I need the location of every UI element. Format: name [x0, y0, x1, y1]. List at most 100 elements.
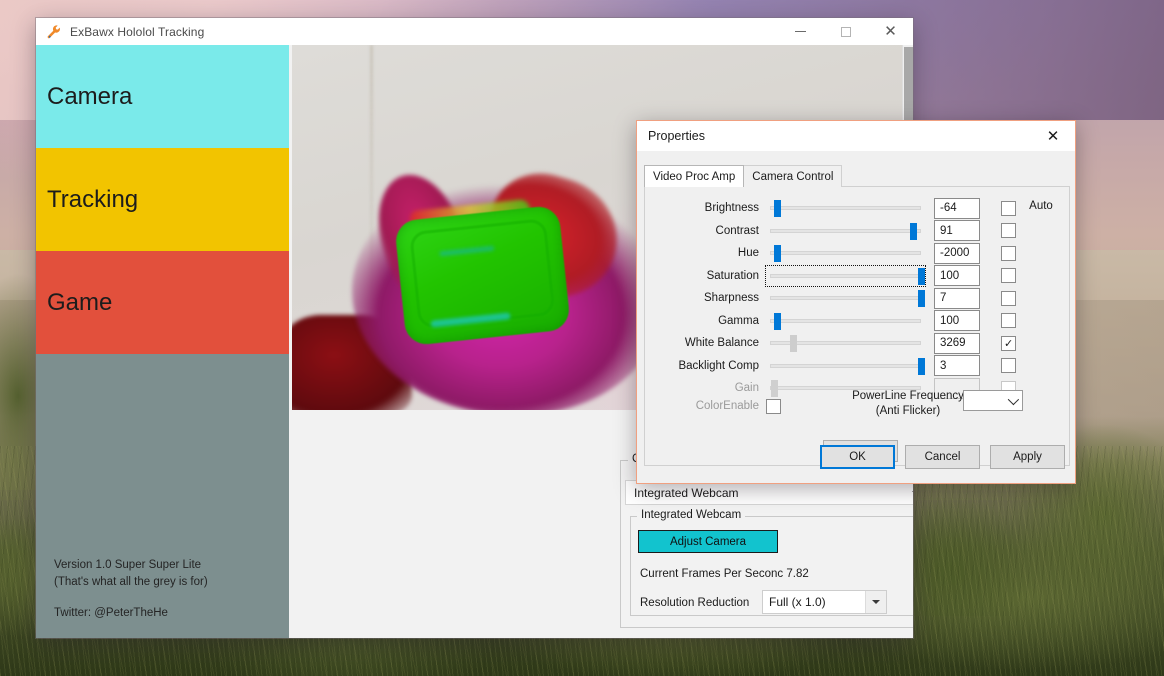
auto-checkbox[interactable]	[1001, 268, 1016, 283]
desktop-wallpaper: ExBawx Hololol Tracking ✕ Camera	[0, 0, 1164, 676]
slider-value-field[interactable]: 100	[934, 310, 980, 331]
tab-camera-control[interactable]: Camera Control	[743, 165, 842, 187]
slider-value-field[interactable]: 3	[934, 355, 980, 376]
auto-checkbox[interactable]	[1001, 358, 1016, 373]
close-button[interactable]: ✕	[868, 18, 913, 45]
adjust-camera-button[interactable]: Adjust Camera	[638, 530, 778, 553]
auto-checkbox[interactable]	[1001, 246, 1016, 261]
slider-track[interactable]	[766, 333, 925, 353]
auto-checkbox[interactable]: ✓	[1001, 336, 1016, 351]
dialog-close-button[interactable]: ✕	[1031, 121, 1075, 151]
sidebar-item-camera[interactable]: Camera	[36, 45, 289, 148]
maximize-button[interactable]	[823, 18, 868, 45]
slider-value-field[interactable]: 91	[934, 220, 980, 241]
cancel-button[interactable]: Cancel	[905, 445, 980, 469]
slider-label: White Balance	[645, 337, 766, 349]
sidebar-item-label: Tracking	[47, 186, 138, 214]
window-title: ExBawx Hololol Tracking	[70, 25, 204, 39]
slider-rail	[770, 251, 921, 255]
sidebar-item-label: Camera	[47, 83, 132, 111]
dialog-title-bar[interactable]: Properties ✕	[637, 121, 1075, 151]
adjust-camera-label: Adjust Camera	[670, 536, 746, 548]
sidebar-footer: Version 1.0 Super Super Lite (That's wha…	[54, 557, 208, 622]
slider-track[interactable]	[766, 221, 925, 241]
device-options-legend: Integrated Webcam	[637, 509, 745, 521]
dialog-footer: OK Cancel Apply	[637, 431, 1075, 483]
tab-label: Camera Control	[752, 171, 833, 183]
auto-checkbox[interactable]	[1001, 223, 1016, 238]
preview-tracked-object	[394, 205, 571, 347]
slider-label: Saturation	[645, 270, 766, 282]
slider-label: Brightness	[645, 202, 766, 214]
slider-value-field[interactable]: 7	[934, 288, 980, 309]
auto-checkbox[interactable]	[1001, 313, 1016, 328]
slider-track[interactable]	[766, 266, 925, 286]
auto-checkbox[interactable]	[1001, 201, 1016, 216]
resolution-reduction-label: Resolution Reduction	[640, 597, 749, 609]
close-icon: ✕	[1047, 127, 1060, 145]
colorenable-row: ColorEnable	[645, 395, 781, 417]
properties-dialog: Properties ✕ Video Proc Amp Camera Contr…	[636, 120, 1076, 484]
chevron-down-icon	[1008, 393, 1019, 404]
version-line-1: Version 1.0 Super Super Lite	[54, 557, 208, 574]
sidebar-item-game[interactable]: Game	[36, 251, 289, 354]
slider-row-backlight-comp: Backlight Comp 3	[645, 355, 1069, 377]
colorenable-label: ColorEnable	[645, 400, 766, 412]
device-options-group: Integrated Webcam Adjust Camera Current …	[630, 516, 913, 616]
slider-value-field[interactable]: 3269	[934, 333, 980, 354]
slider-thumb[interactable]	[774, 200, 781, 217]
slider-thumb[interactable]	[790, 335, 797, 352]
slider-track[interactable]	[766, 356, 925, 376]
sidebar-item-tracking[interactable]: Tracking	[36, 148, 289, 251]
ok-label: OK	[849, 451, 866, 463]
window-title-bar[interactable]: ExBawx Hololol Tracking ✕	[36, 18, 913, 45]
wrench-icon	[46, 24, 62, 40]
chevron-down-icon[interactable]	[906, 481, 913, 504]
slider-value-field[interactable]: -64	[934, 198, 980, 219]
tab-label: Video Proc Amp	[653, 171, 735, 183]
video-proc-amp-panel: Auto Brightness-64Contrast91Hue-2000Satu…	[644, 186, 1070, 466]
sidebar-item-label: Game	[47, 289, 112, 317]
slider-thumb[interactable]	[774, 245, 781, 262]
slider-value-field[interactable]: 100	[934, 265, 980, 286]
slider-thumb[interactable]	[918, 268, 925, 285]
slider-label: Hue	[645, 247, 766, 259]
slider-label: Backlight Comp	[645, 360, 766, 372]
colorenable-checkbox[interactable]	[766, 399, 781, 414]
cancel-label: Cancel	[925, 451, 961, 463]
version-line-2: (That's what all the grey is for)	[54, 574, 208, 591]
slider-track[interactable]	[766, 198, 925, 218]
slider-rail	[770, 229, 921, 233]
slider-label: Sharpness	[645, 292, 766, 304]
apply-label: Apply	[1013, 451, 1042, 463]
powerline-frequency-select[interactable]	[963, 390, 1023, 411]
slider-thumb[interactable]	[774, 313, 781, 330]
slider-track[interactable]	[766, 288, 925, 308]
slider-row-contrast: Contrast91	[645, 220, 1069, 242]
ok-button[interactable]: OK	[820, 445, 895, 469]
slider-row-hue: Hue -2000	[645, 242, 1069, 264]
dialog-tabstrip: Video Proc Amp Camera Control	[644, 165, 842, 187]
camera-device-value: Integrated Webcam	[626, 486, 906, 500]
tab-video-proc-amp[interactable]: Video Proc Amp	[644, 165, 744, 187]
slider-thumb[interactable]	[918, 290, 925, 307]
apply-button[interactable]: Apply	[990, 445, 1065, 469]
slider-rail	[770, 364, 921, 368]
slider-track[interactable]	[766, 311, 925, 331]
dialog-title: Properties	[637, 129, 705, 143]
twitter-line: Twitter: @PeterTheHe	[54, 605, 208, 622]
resolution-reduction-select[interactable]: Full (x 1.0)	[762, 590, 887, 614]
minimize-button[interactable]	[778, 18, 823, 45]
auto-checkbox[interactable]	[1001, 291, 1016, 306]
slider-thumb[interactable]	[910, 223, 917, 240]
chevron-down-icon[interactable]	[865, 591, 886, 613]
slider-thumb[interactable]	[918, 358, 925, 375]
slider-value-field[interactable]: -2000	[934, 243, 980, 264]
close-icon: ✕	[884, 24, 897, 39]
fps-readout: Current Frames Per Seconc 7.82	[640, 568, 809, 580]
slider-label: Gain	[645, 382, 766, 394]
slider-track[interactable]	[766, 243, 925, 263]
minimize-icon	[795, 31, 806, 32]
slider-rail	[770, 296, 921, 300]
slider-row-saturation: Saturation 100	[645, 265, 1069, 287]
